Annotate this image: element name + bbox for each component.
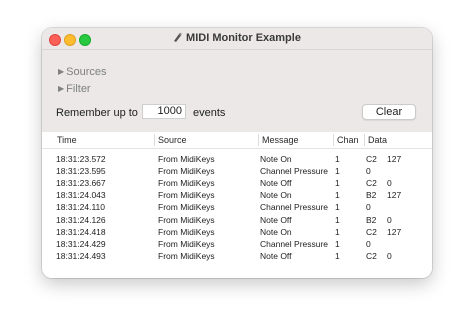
sources-label: Sources [66, 66, 107, 78]
cell-chan: 1 [335, 202, 340, 213]
app-window: MIDI Monitor Example ▶ Sources ▶ Filter Re… [42, 28, 432, 278]
table-row[interactable]: 18:31:23.595 From MidiKeys Channel Pressur… [42, 165, 432, 177]
events-table[interactable]: Time Source Message Chan Data 18:31:23.5… [42, 132, 432, 278]
cell-data-2: 127 [387, 190, 402, 201]
filter-disclosure[interactable]: ▶ Filter [58, 82, 91, 96]
cell-data-2: 0 [387, 214, 392, 225]
clear-button[interactable]: Clear [362, 104, 416, 120]
column-header-chan[interactable]: Chan [333, 134, 364, 146]
cell-time: 18:31:24.043 [56, 190, 106, 201]
cell-source: From MidiKeys [158, 178, 215, 189]
cell-data-1: C2 [366, 250, 377, 261]
table-row[interactable]: 18:31:23.667 From MidiKeys Note Off 1 C2 0 [42, 177, 432, 189]
disclosure-triangle-icon: ▶ [58, 84, 65, 93]
table-row[interactable]: 18:31:24.429 From MidiKeys Channel Pressur… [42, 238, 432, 250]
cell-source: From MidiKeys [158, 214, 215, 225]
cell-message: Note Off [260, 214, 292, 225]
window-title: MIDI Monitor Example [186, 32, 301, 44]
cell-source: From MidiKeys [158, 154, 215, 164]
cell-time: 18:31:24.126 [56, 214, 106, 225]
cell-time: 18:31:23.595 [56, 166, 106, 177]
cell-data-2: 0 [387, 178, 392, 189]
cell-message: Note On [260, 190, 292, 201]
table-header: Time Source Message Chan Data [42, 132, 432, 149]
cell-source: From MidiKeys [158, 226, 215, 237]
cell-source: From MidiKeys [158, 238, 215, 249]
cell-message: Note On [260, 154, 292, 164]
cell-source: From MidiKeys [158, 166, 215, 177]
table-row[interactable]: 18:31:24.043 From MidiKeys Note On 1 B2 127 [42, 189, 432, 201]
cell-chan: 1 [335, 154, 340, 164]
cell-chan: 1 [335, 226, 340, 237]
cell-time: 18:31:23.667 [56, 178, 106, 189]
cell-message: Note On [260, 226, 292, 237]
cell-chan: 1 [335, 214, 340, 225]
cell-data-1: C2 [366, 226, 377, 237]
column-header-data[interactable]: Data [364, 134, 424, 146]
table-row[interactable]: 18:31:24.418 From MidiKeys Note On 1 C2 127 [42, 226, 432, 238]
cell-time: 18:31:24.493 [56, 250, 106, 261]
events-label: events [193, 107, 226, 119]
column-header-message[interactable]: Message [258, 134, 334, 146]
table-row[interactable]: 18:31:23.572 From MidiKeys Note On 1 C2 127 [42, 153, 432, 165]
cell-data-1: C2 [366, 178, 377, 189]
remember-label: Remember up to [56, 107, 138, 119]
cell-chan: 1 [335, 190, 340, 201]
cell-time: 18:31:24.110 [56, 202, 105, 213]
cell-source: From MidiKeys [158, 202, 215, 213]
cell-chan: 1 [335, 166, 340, 177]
cell-time: 18:31:24.429 [56, 238, 106, 249]
cell-time: 18:31:24.418 [56, 226, 106, 237]
cell-source: From MidiKeys [158, 190, 215, 201]
title-bar: MIDI Monitor Example [42, 28, 432, 50]
cell-source: From MidiKeys [158, 250, 215, 261]
cell-chan: 1 [335, 238, 340, 249]
sources-disclosure[interactable]: ▶ Sources [58, 65, 107, 79]
cell-chan: 1 [335, 178, 340, 189]
cell-data-1: B2 [366, 190, 377, 201]
cell-time: 18:31:23.572 [56, 154, 106, 164]
cell-chan: 1 [335, 250, 340, 261]
filter-label: Filter [66, 83, 91, 95]
column-header-time[interactable]: Time [54, 134, 154, 146]
cell-data-2: 127 [387, 154, 402, 164]
document-icon [174, 32, 183, 42]
table-row[interactable]: 18:31:24.493 From MidiKeys Note Off 1 C2 0 [42, 250, 432, 262]
table-row[interactable]: 18:31:24.110 From MidiKeys Channel Pressur… [42, 201, 432, 213]
window-title-area: MIDI Monitor Example [42, 31, 432, 45]
disclosure-triangle-icon: ▶ [58, 67, 65, 76]
cell-message: Note Off [260, 250, 292, 261]
cell-data-1: C2 [366, 154, 377, 164]
table-row[interactable]: 18:31:24.126 From MidiKeys Note Off 1 B2 0 [42, 214, 432, 226]
cell-data-1: 0 [366, 166, 371, 177]
cell-message: Channel Pressure [260, 238, 329, 249]
cell-data-2: 127 [387, 226, 402, 237]
cell-message: Channel Pressure [260, 166, 329, 177]
cell-data-1: B2 [366, 214, 377, 225]
cell-message: Note Off [260, 178, 292, 189]
cell-data-1: 0 [366, 238, 371, 249]
max-events-field[interactable]: 1000 [142, 104, 186, 119]
cell-message: Channel Pressure [260, 202, 329, 213]
cell-data-2: 0 [387, 250, 392, 261]
column-header-source[interactable]: Source [154, 134, 258, 146]
cell-data-1: 0 [366, 202, 371, 213]
